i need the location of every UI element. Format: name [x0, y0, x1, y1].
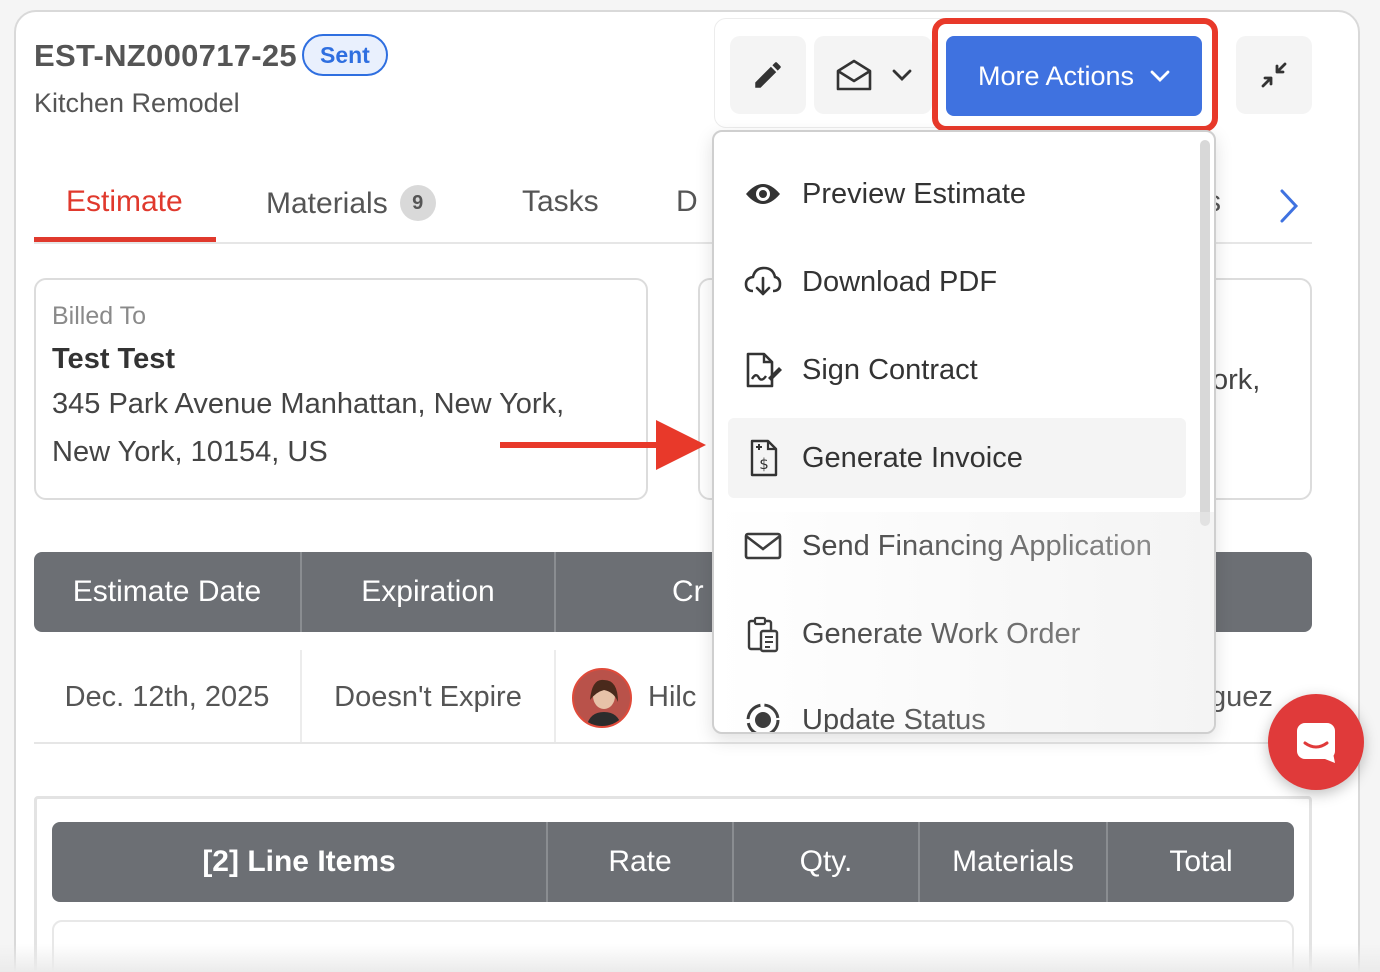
pencil-icon [755, 62, 781, 88]
menu-item-generate-work-order[interactable]: Generate Work Order [728, 594, 1186, 674]
tabs-next-button[interactable] [1278, 188, 1300, 229]
chevron-right-icon [1280, 189, 1299, 223]
header-expiration: Expiration [302, 552, 556, 632]
expiration-value: Doesn't Expire [302, 650, 556, 744]
tab-partial-d[interactable]: D [676, 185, 698, 219]
tab-materials[interactable]: Materials 9 [266, 185, 436, 221]
svg-text:$: $ [759, 455, 769, 473]
status-badge: Sent [302, 34, 388, 76]
status-icon [746, 703, 780, 732]
header-total: Total [1169, 845, 1233, 878]
menu-item-download-pdf[interactable]: Download PDF [728, 242, 1186, 322]
client-address: 345 Park Avenue Manhattan, New York, New… [52, 388, 565, 468]
chat-launcher-button[interactable] [1268, 694, 1364, 790]
tab-tasks[interactable]: Tasks [522, 185, 599, 219]
menu-item-send-financing-application[interactable]: Send Financing Application [728, 506, 1186, 586]
avatar [572, 668, 632, 728]
active-tab-indicator [34, 237, 216, 242]
bottom-shadow [0, 944, 1380, 972]
chevron-down-icon [892, 69, 912, 81]
annotation-highlight-box [932, 18, 1218, 132]
envelope-open-icon [836, 59, 872, 91]
annotation-arrow-head [656, 420, 706, 470]
annotation-arrow-shaft [500, 442, 660, 448]
header-qty: Qty. [734, 822, 920, 902]
billed-to-box: Billed To Test Test 345 Park Avenue Manh… [34, 278, 648, 500]
created-by-name-partial: Hilc [648, 681, 697, 713]
more-actions-dropdown: Preview Estimate Download PDF Sign Contr… [712, 130, 1216, 734]
menu-item-generate-invoice[interactable]: $ Generate Invoice [728, 418, 1186, 498]
estimate-date-value: Dec. 12th, 2025 [34, 650, 302, 744]
row-divider [34, 742, 1312, 744]
client-name: Test Test [52, 343, 176, 375]
edit-button[interactable] [730, 36, 806, 114]
header-rate: Rate [548, 822, 734, 902]
eye-icon [746, 184, 780, 204]
estimate-id: EST-NZ000717-25 [34, 38, 297, 73]
menu-item-sign-contract[interactable]: Sign Contract [728, 330, 1186, 410]
header-created-by: Cr [672, 575, 704, 608]
materials-count-badge: 9 [399, 185, 436, 221]
billed-to-label: Billed To [52, 302, 147, 330]
invoice-icon: $ [750, 439, 778, 477]
send-email-button[interactable] [814, 36, 932, 114]
collapse-icon [1261, 62, 1287, 88]
job-address-partial: ork, [1212, 364, 1261, 396]
cloud-download-icon [744, 266, 782, 296]
header-line-items: [2] Line Items [52, 822, 548, 902]
collapse-button[interactable] [1236, 36, 1312, 114]
menu-item-update-status[interactable]: Update Status [728, 680, 1186, 732]
envelope-icon [744, 532, 782, 560]
chat-icon [1297, 723, 1335, 763]
header-materials: Materials [920, 822, 1108, 902]
project-name: Kitchen Remodel [34, 88, 240, 118]
line-items-header: [2] Line Items Rate Qty. Materials Total [52, 822, 1294, 902]
sign-document-icon [746, 352, 782, 388]
dropdown-scrollbar[interactable] [1200, 140, 1210, 526]
clipboard-icon [747, 616, 779, 653]
tab-estimate[interactable]: Estimate [66, 185, 183, 219]
header-estimate-date: Estimate Date [34, 552, 302, 632]
menu-item-preview-estimate[interactable]: Preview Estimate [728, 154, 1186, 234]
